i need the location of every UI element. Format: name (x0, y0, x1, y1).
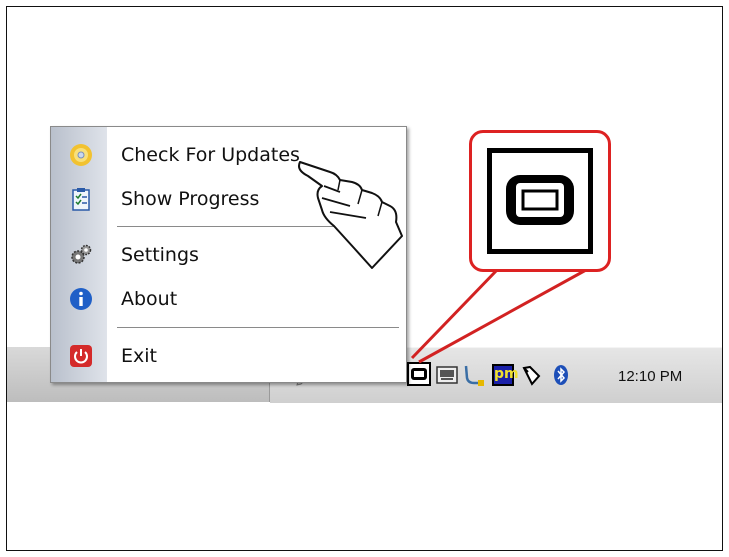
pointing-hand-icon (298, 161, 403, 269)
